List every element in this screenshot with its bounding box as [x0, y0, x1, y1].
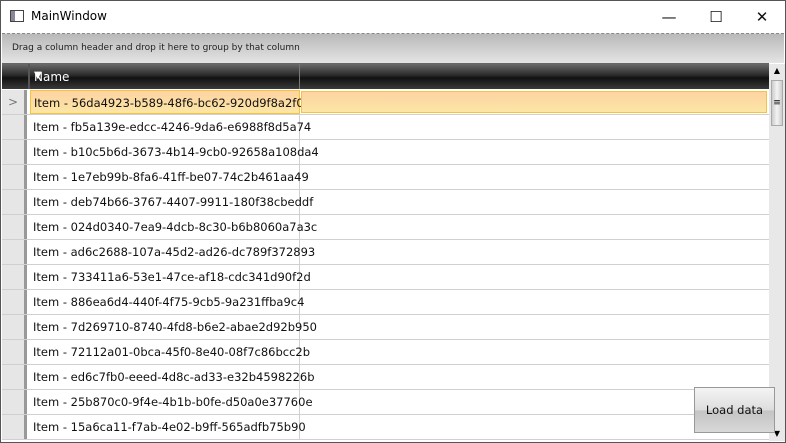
grid-header: Name ▼ — [2, 64, 769, 89]
maximize-button[interactable]: ☐ — [693, 1, 739, 32]
row-selector[interactable] — [2, 290, 27, 314]
group-panel-hint: Drag a column header and drop it here to… — [12, 43, 300, 53]
table-row[interactable]: Item - 15a6ca11-f7ab-4e02-b9ff-565adfb75… — [2, 415, 769, 440]
row-selector[interactable] — [2, 415, 27, 439]
row-filler — [301, 216, 767, 238]
data-grid: Name ▼ > Item - 56da4923-b589-48f6-bc62-9… — [2, 63, 769, 442]
name-cell[interactable]: Item - deb74b66-3767-4407-9911-180f38cbe… — [30, 190, 313, 214]
name-cell[interactable]: Item - 024d0340-7ea9-4dcb-8c30-b6b8060a7… — [30, 215, 317, 239]
table-row[interactable]: Item - 024d0340-7ea9-4dcb-8c30-b6b8060a7… — [2, 215, 769, 240]
app-icon — [10, 10, 24, 22]
name-cell[interactable]: Item - 886ea6d4-440f-4f75-9cb5-9a231ffba… — [30, 290, 304, 314]
row-filler — [301, 166, 767, 188]
close-button[interactable]: ✕ — [739, 1, 785, 32]
name-cell[interactable]: Item - 56da4923-b589-48f6-bc62-920d9f8a2… — [30, 90, 308, 114]
name-cell[interactable]: Item - 733411a6-53e1-47ce-af18-cdc341d90… — [30, 265, 311, 289]
name-cell[interactable]: Item - ed6c7fb0-eeed-4d8c-ad33-e32b45982… — [30, 365, 315, 389]
row-filler — [301, 191, 767, 213]
scroll-up-icon[interactable]: ▲ — [769, 64, 785, 78]
table-row[interactable]: Item - fb5a139e-edcc-4246-9da6-e6988f8d5… — [2, 115, 769, 140]
row-selector[interactable] — [2, 265, 27, 289]
name-cell[interactable]: Item - b10c5b6d-3673-4b14-9cb0-92658a108… — [30, 140, 319, 164]
row-selector[interactable] — [2, 390, 27, 414]
main-window: MainWindow — ☐ ✕ Drag a column header an… — [0, 0, 786, 443]
row-selector[interactable] — [2, 115, 27, 139]
row-filler — [301, 291, 767, 313]
group-panel[interactable]: Drag a column header and drop it here to… — [2, 33, 784, 63]
row-filler — [301, 116, 767, 138]
row-filler — [301, 366, 767, 388]
table-row[interactable]: Item - 733411a6-53e1-47ce-af18-cdc341d90… — [2, 265, 769, 290]
minimize-button[interactable]: — — [646, 1, 692, 32]
table-row[interactable]: Item - b10c5b6d-3673-4b14-9cb0-92658a108… — [2, 140, 769, 165]
name-cell[interactable]: Item - fb5a139e-edcc-4246-9da6-e6988f8d5… — [30, 115, 311, 139]
header-row-selector — [2, 64, 30, 89]
table-row[interactable]: Item - ed6c7fb0-eeed-4d8c-ad33-e32b45982… — [2, 365, 769, 390]
name-cell[interactable]: Item - 72112a01-0bca-45f0-8e40-08f7c86bc… — [30, 340, 310, 364]
name-cell[interactable]: Item - ad6c2688-107a-45d2-ad26-dc789f372… — [30, 240, 315, 264]
row-selector[interactable] — [2, 315, 27, 339]
load-data-button[interactable]: Load data — [694, 387, 775, 433]
row-selector[interactable] — [2, 365, 27, 389]
row-filler — [301, 91, 767, 113]
row-filler — [301, 241, 767, 263]
scroll-thumb[interactable]: ≡ — [771, 80, 783, 126]
name-cell[interactable]: Item - 15a6ca11-f7ab-4e02-b9ff-565adfb75… — [30, 415, 306, 439]
table-row[interactable]: Item - ad6c2688-107a-45d2-ad26-dc789f372… — [2, 240, 769, 265]
name-cell[interactable]: Item - 1e7eb99b-8fa6-41ff-be07-74c2b461a… — [30, 165, 309, 189]
table-row[interactable]: Item - 25b870c0-9f4e-4b1b-b0fe-d50a0e377… — [2, 390, 769, 415]
title-bar: MainWindow — ☐ ✕ — [1, 1, 785, 32]
table-row[interactable]: Item - 72112a01-0bca-45f0-8e40-08f7c86bc… — [2, 340, 769, 365]
row-selector[interactable] — [2, 215, 27, 239]
vertical-scrollbar[interactable]: ▲ ≡ ▼ — [769, 64, 785, 441]
row-selector[interactable] — [2, 240, 27, 264]
table-row[interactable]: Item - deb74b66-3767-4407-9911-180f38cbe… — [2, 190, 769, 215]
row-selector[interactable]: > — [2, 90, 27, 114]
row-filler — [301, 316, 767, 338]
window-title: MainWindow — [31, 9, 107, 23]
name-cell[interactable]: Item - 7d269710-8740-4fd8-b6e2-abae2d92b… — [30, 315, 317, 339]
table-row[interactable]: Item - 7d269710-8740-4fd8-b6e2-abae2d92b… — [2, 315, 769, 340]
row-selector[interactable] — [2, 340, 27, 364]
row-selector[interactable] — [2, 140, 27, 164]
name-cell[interactable]: Item - 25b870c0-9f4e-4b1b-b0fe-d50a0e377… — [30, 390, 313, 414]
row-selector[interactable] — [2, 165, 27, 189]
row-selector[interactable] — [2, 190, 27, 214]
table-row[interactable]: > Item - 56da4923-b589-48f6-bc62-920d9f8a… — [2, 90, 769, 115]
filter-icon[interactable]: ▼ — [34, 70, 295, 81]
table-row[interactable]: Item - 886ea6d4-440f-4f75-9cb5-9a231ffba… — [2, 290, 769, 315]
row-filler — [301, 341, 767, 363]
table-row[interactable]: Item - 1e7eb99b-8fa6-41ff-be07-74c2b461a… — [2, 165, 769, 190]
row-filler — [301, 266, 767, 288]
row-filler — [301, 141, 767, 163]
column-header-name[interactable]: Name ▼ — [30, 64, 300, 89]
